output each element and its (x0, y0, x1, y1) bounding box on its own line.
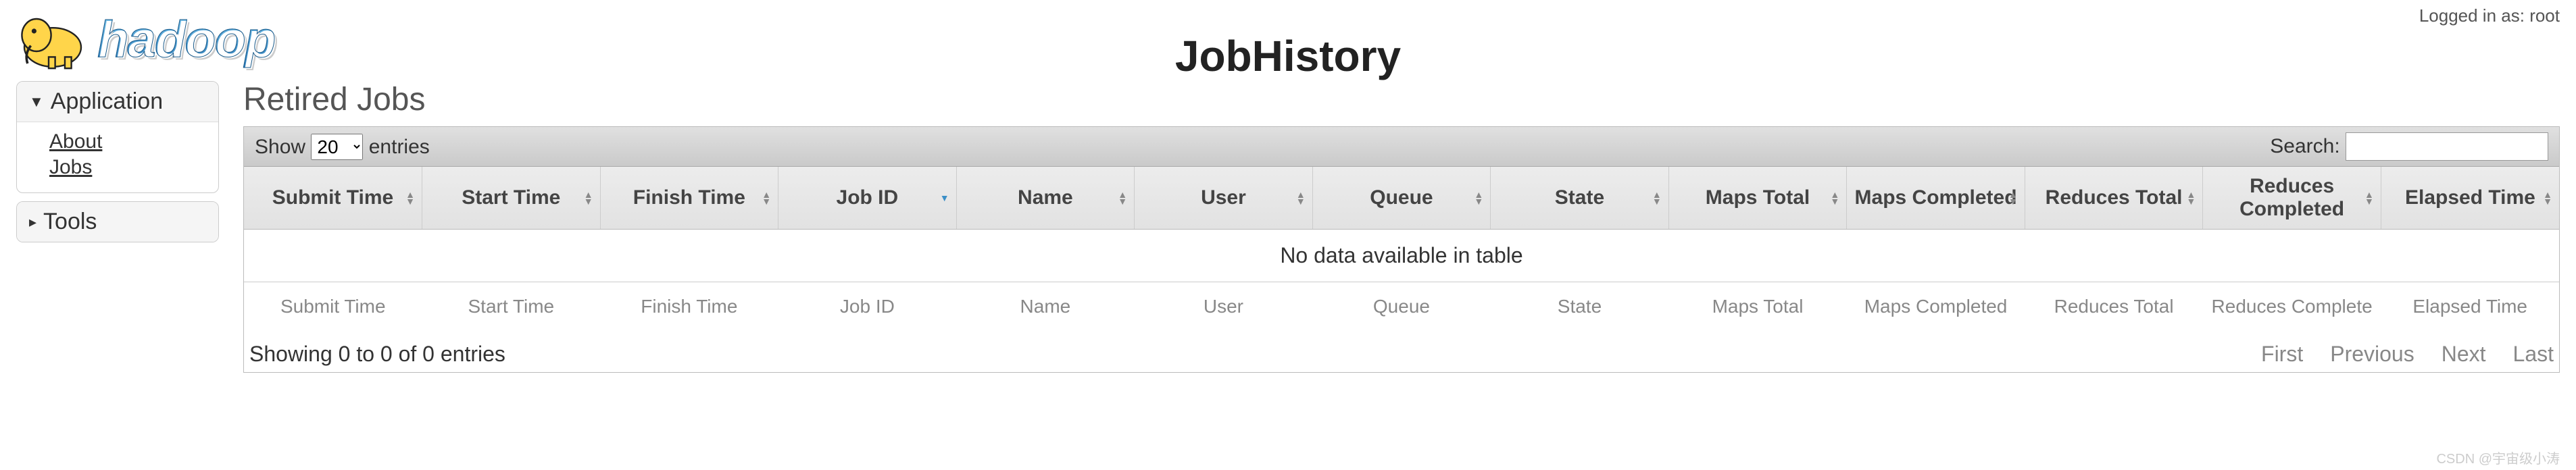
table-footer: Showing 0 to 0 of 0 entries First Previo… (244, 331, 2559, 372)
pagination: First Previous Next Last (2261, 342, 2554, 367)
page-title: JobHistory (1175, 31, 1401, 81)
column-header[interactable]: State ▲▼ (1491, 167, 1669, 230)
nav-group-tools: ▸ Tools (16, 201, 219, 242)
search-control: Search: (2270, 132, 2548, 161)
page-next[interactable]: Next (2442, 342, 2486, 367)
nav-link-about[interactable]: About (49, 130, 206, 153)
column-header-label: Elapsed Time (2405, 186, 2535, 209)
nav-link-jobs[interactable]: Jobs (49, 156, 206, 179)
page-first[interactable]: First (2261, 342, 2303, 367)
sort-arrows-icon: ▲▼ (584, 191, 593, 205)
nav-title: Application (51, 88, 163, 115)
column-header[interactable]: Maps Total ▲▼ (1668, 167, 1847, 230)
show-entries-control: Show 102050100 entries (255, 134, 430, 160)
sort-arrows-icon: ▲▼ (405, 191, 415, 205)
sort-arrows-icon: ▲▼ (1118, 191, 1127, 205)
column-header[interactable]: Elapsed Time ▲▼ (2381, 167, 2559, 230)
show-entries-select[interactable]: 102050100 (311, 134, 363, 160)
column-footer: Reduces Complete (2203, 282, 2381, 332)
sort-arrows-icon: ▲▼ (1296, 191, 1306, 205)
column-header[interactable]: Submit Time ▲▼ (244, 167, 422, 230)
column-header[interactable]: Start Time ▲▼ (422, 167, 601, 230)
column-header-label: Reduces Total (2046, 186, 2183, 209)
column-header-label: User (1201, 186, 1246, 209)
page-last[interactable]: Last (2513, 342, 2554, 367)
column-header-label: Maps Completed (1855, 186, 2017, 209)
column-footer: Name (956, 282, 1135, 332)
column-header[interactable]: Name ▲▼ (956, 167, 1135, 230)
show-label-pre: Show (255, 136, 305, 158)
login-info: Logged in as: root (2419, 5, 2560, 26)
watermark: CSDN @宇宙级小涛 (2436, 448, 2560, 467)
table-info: Showing 0 to 0 of 0 entries (249, 342, 505, 367)
column-header-label: Maps Total (1706, 186, 1810, 209)
column-header-label: Name (1018, 186, 1073, 209)
column-footer: Queue (1312, 282, 1491, 332)
column-header-label: Queue (1370, 186, 1433, 209)
logo-text: hadoop (97, 10, 274, 69)
caret-down-icon: ▼ (29, 93, 44, 111)
column-footer: Maps Completed (1847, 282, 2025, 332)
column-header-label: State (1555, 186, 1604, 209)
column-header[interactable]: Job ID ▼ (778, 167, 957, 230)
column-header-label: Finish Time (633, 186, 745, 209)
column-footer: State (1491, 282, 1669, 332)
sort-arrows-icon: ▲▼ (1652, 191, 1662, 205)
column-header[interactable]: Maps Completed▲▼ (1847, 167, 2025, 230)
sort-arrows-icon: ▲▼ (1474, 191, 1483, 205)
column-header[interactable]: Reduces Total▲▼ (2025, 167, 2203, 230)
column-header[interactable]: Queue ▲▼ (1312, 167, 1491, 230)
sort-arrows-icon: ▼ (940, 194, 949, 201)
sort-arrows-icon: ▲▼ (2008, 191, 2018, 205)
search-input[interactable] (2346, 132, 2548, 161)
nav-group-application: ▼ Application About Jobs (16, 81, 219, 193)
column-footer: Finish Time (600, 282, 778, 332)
login-label: Logged in as: (2419, 5, 2525, 26)
search-label: Search: (2270, 135, 2339, 157)
column-footer: Start Time (422, 282, 601, 332)
nav-header-application[interactable]: ▼ Application (17, 82, 218, 122)
column-footer: Job ID (778, 282, 957, 332)
column-footer: User (1135, 282, 1313, 332)
empty-row: No data available in table (244, 230, 2559, 282)
sort-arrows-icon: ▲▼ (2364, 191, 2374, 205)
column-header-label: Submit Time (272, 186, 393, 209)
column-footer: Submit Time (244, 282, 422, 332)
column-footer: Reduces Total (2025, 282, 2203, 332)
column-header-label: Start Time (462, 186, 560, 209)
empty-message: No data available in table (244, 230, 2559, 282)
column-header[interactable]: User ▲▼ (1135, 167, 1313, 230)
hadoop-elephant-icon (16, 5, 97, 73)
jobs-table: Submit Time ▲▼ Start Time ▲▼ Finish Time ▲▼ Jo… (244, 167, 2559, 331)
jobs-table-container: Show 102050100 entries Search: Submit Ti… (243, 126, 2560, 373)
sort-arrows-icon: ▲▼ (2543, 191, 2552, 205)
show-label-post: entries (369, 136, 430, 158)
sidebar: ▼ Application About Jobs ▸ Tools (16, 81, 219, 373)
caret-right-icon: ▸ (29, 213, 36, 231)
column-header-label: Reduces Completed (2239, 175, 2344, 220)
column-footer: Elapsed Time (2381, 282, 2559, 332)
column-header[interactable]: Finish Time ▲▼ (600, 167, 778, 230)
section-title: Retired Jobs (243, 81, 2560, 118)
page-previous[interactable]: Previous (2330, 342, 2414, 367)
sort-arrows-icon: ▲▼ (1830, 191, 1839, 205)
login-user: root (2529, 5, 2560, 26)
main-content: Retired Jobs Show 102050100 entries Sear… (243, 81, 2560, 373)
column-header[interactable]: Reduces Completed ▲▼ (2203, 167, 2381, 230)
nav-header-tools[interactable]: ▸ Tools (17, 202, 218, 242)
column-footer: Maps Total (1668, 282, 1847, 332)
sort-arrows-icon: ▲▼ (2186, 191, 2196, 205)
column-header-label: Job ID (837, 186, 899, 209)
sort-arrows-icon: ▲▼ (762, 191, 771, 205)
nav-title: Tools (43, 209, 97, 235)
